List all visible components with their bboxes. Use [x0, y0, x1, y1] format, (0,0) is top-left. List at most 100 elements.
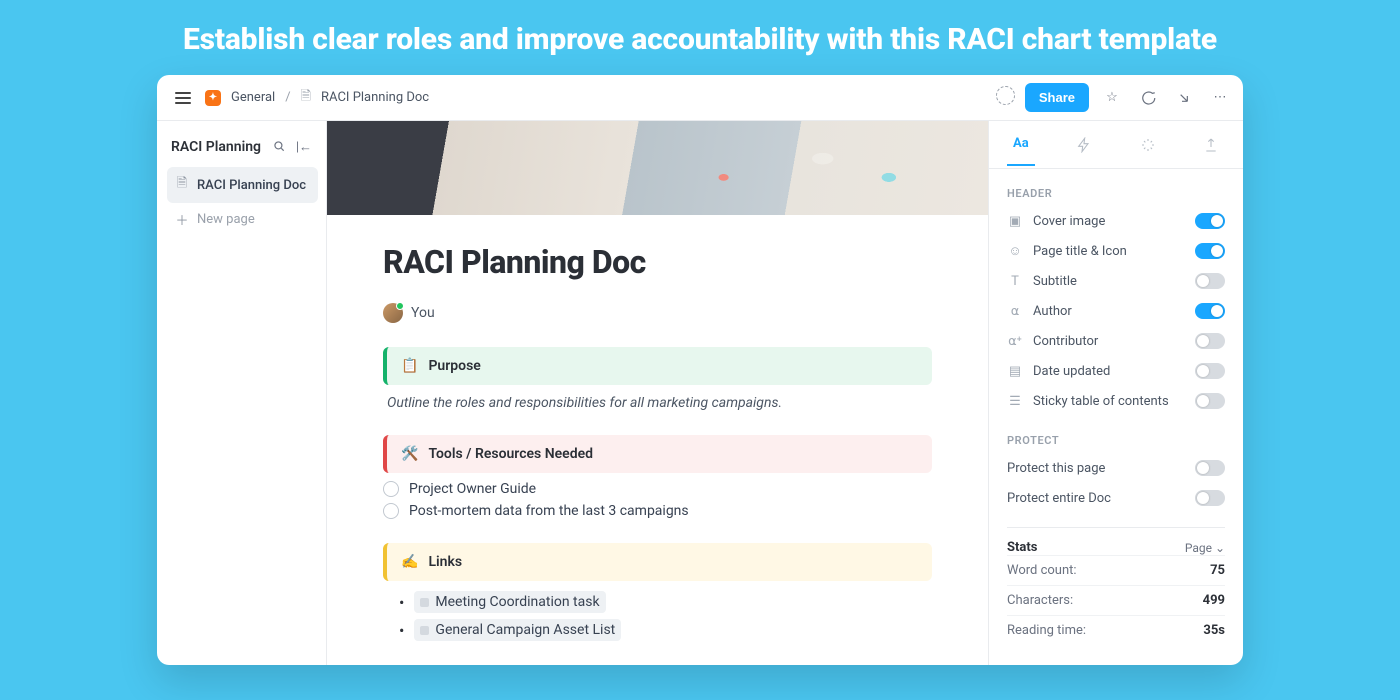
expand-icon[interactable] — [1171, 86, 1197, 110]
toggle-label: Cover image — [1033, 214, 1105, 229]
purpose-label: Purpose — [428, 358, 480, 374]
toggle-label: Subtitle — [1033, 274, 1077, 289]
toggle-label: Contributor — [1033, 334, 1098, 349]
toggle-switch[interactable] — [1195, 460, 1225, 476]
smile-icon: ☺ — [1007, 243, 1023, 259]
tools-label: Tools / Resources Needed — [428, 446, 593, 462]
panel-tabs: Aa — [989, 121, 1243, 169]
cover-image[interactable] — [327, 121, 988, 215]
sidebar-title: RACI Planning — [171, 139, 261, 155]
block-tools[interactable]: 🛠️ Tools / Resources Needed — [383, 435, 932, 473]
toggle-date-updated[interactable]: ▤ Date updated — [1007, 356, 1225, 386]
doc-icon: 🗎 — [301, 87, 311, 109]
toggle-label: Author — [1033, 304, 1072, 319]
toggle-cover-image[interactable]: ▣ Cover image — [1007, 206, 1225, 236]
text-icon: T — [1007, 274, 1023, 289]
purpose-emoji-icon: 📋 — [401, 358, 418, 374]
right-panel: Aa HEADER ▣ Cover image ☺ Page title & Ico… — [988, 121, 1243, 665]
toggle-switch[interactable] — [1195, 490, 1225, 506]
link-label: General Campaign Asset List — [435, 622, 615, 638]
sidebar-item-doc[interactable]: 🗎 RACI Planning Doc — [167, 167, 318, 203]
links-emoji-icon: ✍️ — [401, 554, 418, 570]
block-links[interactable]: ✍️ Links — [383, 543, 932, 581]
toggle-subtitle[interactable]: T Subtitle — [1007, 266, 1225, 296]
toggle-author[interactable]: ⍺ Author — [1007, 296, 1225, 326]
tab-export[interactable] — [1197, 124, 1225, 166]
toggle-page-title[interactable]: ☺ Page title & Icon — [1007, 236, 1225, 266]
page-title[interactable]: RACI Planning Doc — [383, 243, 932, 281]
stat-reading-time: Reading time:35s — [1007, 615, 1225, 645]
checklist-item[interactable]: Post-mortem data from the last 3 campaig… — [383, 503, 932, 519]
toggle-label: Date updated — [1033, 364, 1110, 379]
section-protect: PROTECT — [1007, 434, 1225, 447]
app-window: ✦ General / 🗎 RACI Planning Doc Share ☆ … — [157, 75, 1243, 665]
hero-title: Establish clear roles and improve accoun… — [183, 22, 1217, 57]
history-icon[interactable] — [996, 86, 1015, 109]
avatar[interactable] — [383, 303, 403, 323]
menu-icon[interactable] — [171, 88, 195, 108]
toggle-switch[interactable] — [1195, 333, 1225, 349]
toggle-switch[interactable] — [1195, 363, 1225, 379]
links-label: Links — [428, 554, 462, 570]
stats-title: Stats — [1007, 540, 1037, 555]
author-name: You — [411, 305, 435, 321]
toggle-switch[interactable] — [1195, 213, 1225, 229]
stats-scope-select[interactable]: Page ⌄ — [1185, 541, 1225, 555]
checkbox-icon[interactable] — [383, 503, 399, 519]
toggle-label: Sticky table of contents — [1033, 394, 1169, 409]
list-icon: ☰ — [1007, 394, 1023, 409]
share-button[interactable]: Share — [1025, 83, 1089, 112]
checklist-item[interactable]: Project Owner Guide — [383, 481, 932, 497]
link-item[interactable]: Meeting Coordination task — [383, 591, 932, 613]
toggle-label: Protect entire Doc — [1007, 491, 1111, 506]
search-icon[interactable] — [272, 139, 286, 155]
tab-text-style[interactable]: Aa — [1007, 123, 1035, 166]
toggle-sticky-toc[interactable]: ☰ Sticky table of contents — [1007, 386, 1225, 416]
comment-icon[interactable] — [1135, 85, 1161, 111]
stat-characters: Characters:499 — [1007, 585, 1225, 615]
link-label: Meeting Coordination task — [435, 594, 599, 610]
plus-icon: ＋ — [175, 210, 189, 229]
checklist-label: Post-mortem data from the last 3 campaig… — [409, 503, 689, 519]
image-icon: ▣ — [1007, 214, 1023, 229]
breadcrumb-space[interactable]: General — [231, 90, 275, 105]
tab-ai[interactable] — [1134, 124, 1162, 166]
breadcrumb-doc[interactable]: RACI Planning Doc — [321, 90, 429, 105]
purpose-description[interactable]: Outline the roles and responsibilities f… — [383, 395, 932, 411]
person-icon: ⍺ — [1007, 304, 1023, 319]
space-icon[interactable]: ✦ — [205, 90, 221, 106]
toggle-protect-doc[interactable]: Protect entire Doc — [1007, 483, 1225, 513]
toggle-protect-page[interactable]: Protect this page — [1007, 453, 1225, 483]
topbar: ✦ General / 🗎 RACI Planning Doc Share ☆ … — [157, 75, 1243, 121]
toggle-switch[interactable] — [1195, 393, 1225, 409]
checkbox-icon[interactable] — [383, 481, 399, 497]
toggle-contributor[interactable]: ⍺⁺ Contributor — [1007, 326, 1225, 356]
toggle-label: Protect this page — [1007, 461, 1105, 476]
sidebar-new-page[interactable]: ＋ New page — [167, 203, 318, 236]
toggle-label: Page title & Icon — [1033, 244, 1127, 259]
link-item[interactable]: General Campaign Asset List — [383, 619, 932, 641]
document-main: RACI Planning Doc You 📋 Purpose Outline … — [327, 121, 988, 665]
block-purpose[interactable]: 📋 Purpose — [383, 347, 932, 385]
tools-emoji-icon: 🛠️ — [401, 446, 418, 462]
section-header: HEADER — [1007, 187, 1225, 200]
new-page-label: New page — [197, 212, 255, 227]
link-chip-icon — [420, 626, 429, 635]
tab-automation[interactable] — [1070, 124, 1098, 166]
people-icon: ⍺⁺ — [1007, 334, 1023, 349]
toggle-switch[interactable] — [1195, 273, 1225, 289]
checklist-label: Project Owner Guide — [409, 481, 536, 497]
author-row: You — [383, 303, 932, 323]
stat-word-count: Word count:75 — [1007, 555, 1225, 585]
stats-header: Stats Page ⌄ — [1007, 527, 1225, 555]
calendar-icon: ▤ — [1007, 364, 1023, 379]
sidebar: RACI Planning |← 🗎 RACI Planning Doc ＋ N… — [157, 121, 327, 665]
page-icon: 🗎 — [175, 174, 189, 196]
collapse-icon[interactable]: |← — [296, 139, 312, 155]
toggle-switch[interactable] — [1195, 243, 1225, 259]
sidebar-item-label: RACI Planning Doc — [197, 178, 306, 193]
star-icon[interactable]: ☆ — [1099, 86, 1125, 109]
breadcrumb-separator: / — [285, 90, 290, 105]
more-icon[interactable]: ⋯ — [1207, 86, 1233, 109]
toggle-switch[interactable] — [1195, 303, 1225, 319]
